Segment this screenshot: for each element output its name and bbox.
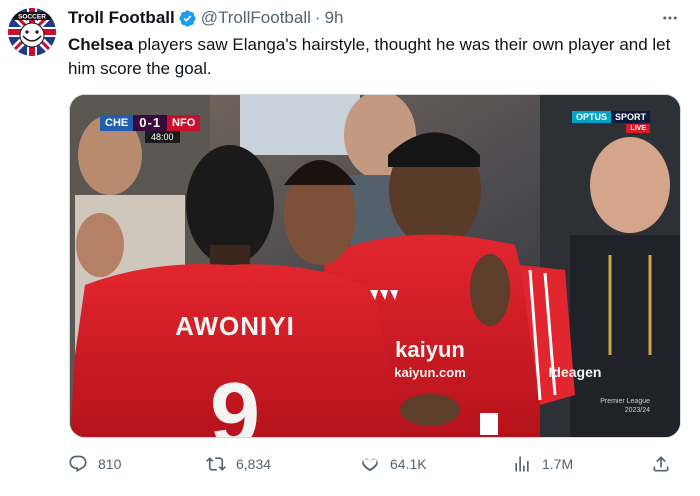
- live-badge: LIVE: [626, 124, 650, 133]
- analytics-icon: [515, 456, 529, 472]
- more-options-icon[interactable]: [660, 8, 680, 28]
- header-separator: ·: [314, 8, 321, 27]
- reply-icon: [69, 455, 87, 472]
- reply-count: 810: [98, 456, 122, 472]
- share-button[interactable]: [651, 452, 671, 476]
- troll-face-avatar-icon: SOCCER: [8, 8, 56, 56]
- shirt-number: 9: [210, 365, 260, 438]
- scoreboard: CHE 0-1 NFO 48:00: [100, 115, 201, 143]
- celebration-photo: AWONIYI 9 kaiyun kaiyun.com Ideagen: [70, 95, 680, 438]
- views-button[interactable]: 1.7M: [512, 452, 573, 476]
- reply-button[interactable]: 810: [68, 452, 121, 476]
- shirt-name: AWONIYI: [175, 311, 295, 341]
- retweet-icon: [206, 457, 226, 471]
- tweet-header: Troll Football @TrollFootball · 9h: [68, 6, 343, 30]
- author-handle[interactable]: @TrollFootball: [201, 8, 311, 28]
- away-score: 1: [152, 115, 162, 130]
- broadcaster-brand: OPTUS: [571, 111, 611, 123]
- like-button[interactable]: 64.1K: [360, 452, 427, 476]
- tweet-text: Chelsea players saw Elanga's hairstyle, …: [68, 33, 678, 81]
- tweet-timestamp[interactable]: 9h: [325, 8, 344, 28]
- view-count: 1.7M: [542, 456, 574, 472]
- tweet-text-bold[interactable]: Chelsea: [68, 35, 133, 54]
- match-clock: 48:00: [145, 131, 180, 143]
- home-score: 0: [139, 115, 148, 130]
- tweet-text-body: players saw Elanga's hairstyle, thought …: [68, 35, 671, 78]
- tweet-actions: 810 6,834 64.1K 1.7M: [68, 452, 680, 476]
- retweet-count: 6,834: [236, 456, 272, 472]
- retweet-button[interactable]: 6,834: [206, 452, 271, 476]
- avatar-text: SOCCER: [18, 14, 46, 21]
- author-avatar[interactable]: SOCCER: [8, 8, 56, 56]
- shirt-sponsor-sub: kaiyun.com: [394, 365, 466, 380]
- tweet-media-image[interactable]: AWONIYI 9 kaiyun kaiyun.com Ideagen CHE …: [69, 94, 681, 438]
- verified-badge-icon[interactable]: [178, 9, 197, 28]
- watermark-season: 2023/24: [624, 407, 650, 414]
- shirt-sponsor: kaiyun: [395, 337, 465, 362]
- share-icon: [653, 456, 669, 472]
- author-display-name[interactable]: Troll Football: [68, 8, 175, 28]
- like-count: 64.1K: [390, 456, 427, 472]
- sleeve-sponsor: Ideagen: [549, 364, 602, 380]
- league-watermark: Premier League 2023/24: [600, 397, 650, 415]
- away-team: NFO: [167, 115, 201, 131]
- heart-icon: [362, 458, 378, 472]
- broadcaster-logo: OPTUS SPORT LIVE: [571, 111, 650, 133]
- broadcaster-channel: SPORT: [610, 111, 650, 123]
- watermark-league: Premier League: [600, 398, 650, 405]
- home-team: CHE: [100, 115, 134, 131]
- match-score: 0-1: [133, 115, 168, 131]
- tweet: SOCCER Troll Football @TrollFootball · 9…: [0, 0, 700, 496]
